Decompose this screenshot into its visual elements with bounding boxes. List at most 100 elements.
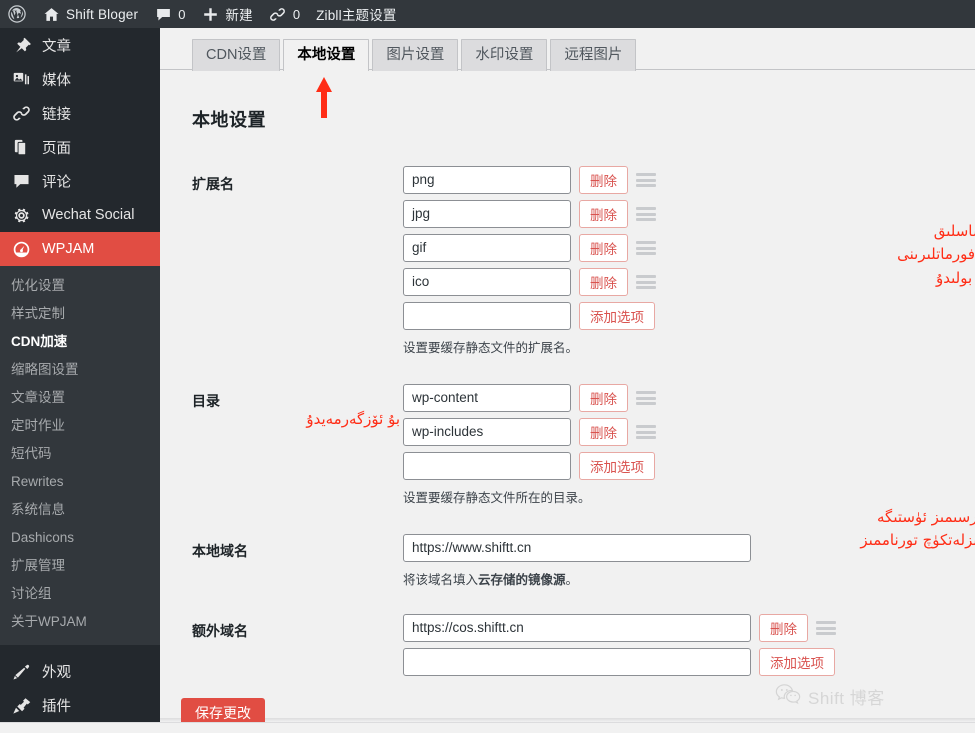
- tab-remote-images[interactable]: 远程图片: [550, 38, 637, 71]
- extra-domain-input-0[interactable]: https://cos.shiftt.cn: [403, 614, 751, 642]
- links-count: 0: [292, 6, 301, 22]
- annotation-line: ئاستىدا بولىدۇ: [650, 553, 975, 576]
- extension-delete-button-2[interactable]: 删除: [579, 234, 628, 262]
- submenu-item-12[interactable]: 关于WPJAM: [0, 608, 160, 636]
- sidebar-item-label: 外观: [42, 664, 71, 681]
- directory-delete-button-1[interactable]: 删除: [579, 418, 628, 446]
- extension-input-2[interactable]: gif: [403, 234, 571, 262]
- pages-icon: [11, 137, 31, 157]
- admin-bar: Shift Bloger 0 新建 0 Zibll主题设置: [0, 0, 975, 28]
- sidebar-item-appearance[interactable]: 外观: [0, 654, 160, 688]
- dashboard-icon: [11, 239, 31, 259]
- drag-handle-icon[interactable]: [636, 241, 656, 255]
- submenu-item-5[interactable]: 定时作业: [0, 412, 160, 440]
- directory-add-option-button[interactable]: 添加选项: [579, 452, 655, 480]
- extension-row: ico 删除: [403, 268, 656, 296]
- extension-input-3[interactable]: ico: [403, 268, 571, 296]
- plugins-icon: [11, 695, 31, 715]
- theme-settings-menu[interactable]: Zibll主题设置: [308, 0, 405, 28]
- admin-sidebar: 文章 媒体 链接 页面 评论 Wechat Social WPJAM 优化设置 …: [0, 28, 168, 733]
- submenu-item-4[interactable]: 文章设置: [0, 384, 160, 412]
- sidebar-item-plugins[interactable]: 插件: [0, 688, 160, 722]
- home-icon: [42, 5, 60, 23]
- sidebar-item-wechat-social[interactable]: Wechat Social: [0, 198, 160, 232]
- sidebar-item-wpjam[interactable]: WPJAM: [0, 232, 168, 266]
- submenu-item-2[interactable]: CDN加速: [0, 328, 160, 356]
- sidebar-item-label: 页面: [42, 140, 71, 157]
- watermark-text: Shift 博客: [808, 689, 885, 708]
- site-name-label: Shift Bloger: [66, 6, 139, 22]
- tab-watermark-settings[interactable]: 水印设置: [461, 38, 548, 71]
- sidebar-item-label: 插件: [42, 698, 71, 715]
- directory-delete-button-0[interactable]: 删除: [579, 384, 628, 412]
- local-domain-annotation: ئەسلى بلوگ ئادرسىمىز ئۈستىگە يىڭى سۈرئەت…: [650, 506, 975, 576]
- gear-icon: [11, 205, 31, 225]
- sidebar-item-label: 媒体: [42, 72, 71, 89]
- tab-cdn-settings[interactable]: CDN设置: [192, 38, 281, 71]
- directory-input-0[interactable]: wp-content: [403, 384, 571, 412]
- directory-new-row: 添加选项: [403, 452, 656, 480]
- directory-input-1[interactable]: wp-includes: [403, 418, 571, 446]
- extension-add-option-button[interactable]: 添加选项: [579, 302, 655, 330]
- extension-delete-button-3[interactable]: 删除: [579, 268, 628, 296]
- extensions-rows: png 删除 jpg 删除 gif 删除 ico 删除 添加选项 设置要缓存静态…: [403, 166, 656, 356]
- links-menu[interactable]: 0: [261, 0, 308, 28]
- extra-domain-label: 额外域名: [192, 623, 248, 639]
- directories-rows: wp-content 删除 wp-includes 删除 添加选项 设置要缓存静…: [403, 384, 656, 506]
- tab-local-settings[interactable]: 本地设置: [283, 38, 370, 71]
- appearance-icon: [11, 661, 31, 681]
- red-up-arrow-annotation: [312, 75, 336, 125]
- extension-delete-button-1[interactable]: 删除: [579, 200, 628, 228]
- sidebar-item-label: 文章: [42, 38, 71, 55]
- drag-handle-icon[interactable]: [816, 621, 836, 635]
- drag-handle-icon[interactable]: [636, 391, 656, 405]
- submenu-item-10[interactable]: 扩展管理: [0, 552, 160, 580]
- comments-icon: [11, 171, 31, 191]
- extra-domain-new-row: 添加选项: [403, 648, 836, 676]
- plus-icon: [201, 5, 219, 23]
- extension-new-row: 添加选项: [403, 302, 656, 330]
- directories-description: 设置要缓存静态文件所在的目录。: [403, 491, 591, 505]
- drag-handle-icon[interactable]: [636, 207, 656, 221]
- sidebar-item-label: Wechat Social: [42, 207, 135, 223]
- annotation-line: يىڭى سۈرئەت تىزلەتكۈچ تورناممىز: [860, 531, 975, 550]
- wordpress-logo-menu[interactable]: [0, 0, 34, 28]
- directories-label: 目录: [192, 393, 220, 409]
- submenu-item-6[interactable]: 短代码: [0, 440, 160, 468]
- extension-delete-button-0[interactable]: 删除: [579, 166, 628, 194]
- sidebar-item-label: WPJAM: [42, 241, 95, 257]
- extension-input-new[interactable]: [403, 302, 571, 330]
- annotation-line: ئۆزىڭىز توربەتكە ئاساسلىق: [933, 222, 975, 240]
- directory-input-new[interactable]: [403, 452, 571, 480]
- extra-domain-rows: https://cos.shiftt.cn 删除 添加选项: [403, 614, 836, 676]
- sidebar-item-comments[interactable]: 评论: [0, 164, 160, 198]
- sidebar-item-links[interactable]: 链接: [0, 96, 160, 130]
- extra-domain-row: https://cos.shiftt.cn 删除: [403, 614, 836, 642]
- drag-handle-icon[interactable]: [636, 425, 656, 439]
- sidebar-item-pages[interactable]: 页面: [0, 130, 160, 164]
- link-icon: [11, 103, 31, 123]
- drag-handle-icon[interactable]: [636, 275, 656, 289]
- submenu-item-11[interactable]: 讨论组: [0, 580, 160, 608]
- sidebar-item-posts[interactable]: 文章: [0, 28, 160, 62]
- submenu-item-0[interactable]: 优化设置: [0, 272, 160, 300]
- drag-handle-icon[interactable]: [636, 173, 656, 187]
- extensions-label: 扩展名: [192, 176, 234, 192]
- comments-bubble-menu[interactable]: 0: [146, 0, 193, 28]
- new-content-menu[interactable]: 新建: [193, 0, 260, 28]
- site-name-menu[interactable]: Shift Bloger: [34, 0, 146, 28]
- submenu-item-7[interactable]: Rewrites: [0, 468, 160, 496]
- extension-input-0[interactable]: png: [403, 166, 571, 194]
- extra-domain-delete-button-0[interactable]: 删除: [759, 614, 808, 642]
- submenu-item-1[interactable]: 样式定制: [0, 300, 160, 328]
- extra-domain-input-new[interactable]: [403, 648, 751, 676]
- extension-input-1[interactable]: jpg: [403, 200, 571, 228]
- wordpress-admin-screen: Shift Bloger 0 新建 0 Zibll主题设置 文章 媒体 链接 页…: [0, 0, 975, 733]
- annotation-line: چىقىرىدىغان رەسىم فورماتلىرىنى: [897, 245, 975, 264]
- sidebar-item-media[interactable]: 媒体: [0, 62, 160, 96]
- submenu-item-8[interactable]: 系统信息: [0, 496, 160, 524]
- tab-image-settings[interactable]: 图片设置: [372, 38, 459, 71]
- extra-domain-add-option-button[interactable]: 添加选项: [759, 648, 835, 676]
- submenu-item-9[interactable]: Dashicons: [0, 524, 160, 552]
- submenu-item-3[interactable]: 缩略图设置: [0, 356, 160, 384]
